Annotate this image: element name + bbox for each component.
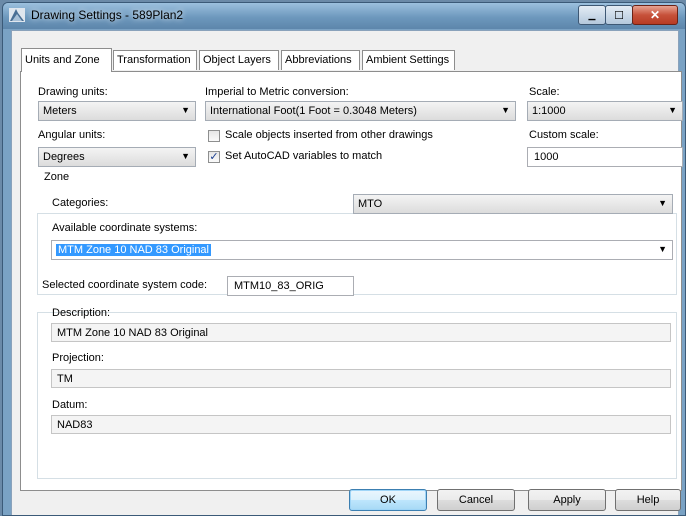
description-value: MTM Zone 10 NAD 83 Original [57,327,208,339]
tab-label: Units and Zone [25,54,100,66]
coordinate-system-select[interactable]: MTM Zone 10 NAD 83 Original ▼ [51,240,673,260]
check-icon: ✓ [209,151,219,163]
tab-ambient-settings[interactable]: Ambient Settings [362,50,455,70]
description-field: MTM Zone 10 NAD 83 Original [51,323,671,342]
selected-code-value: MTM10_83_ORIG [234,280,324,292]
tab-units-and-zone[interactable]: Units and Zone [21,48,112,72]
ok-button[interactable]: OK [349,489,427,511]
chevron-down-icon: ▼ [668,105,677,115]
chevron-down-icon: ▼ [181,105,190,115]
maximize-icon: ☐ [614,9,624,22]
tab-label: Abbreviations [285,54,352,66]
conversion-value: International Foot(1 Foot = 0.3048 Meter… [210,105,417,117]
tab-label: Object Layers [203,54,271,66]
angular-units-label: Angular units: [38,129,106,141]
drawing-units-value: Meters [43,105,77,117]
tab-transformation[interactable]: Transformation [113,50,197,70]
dialog-body: Units and Zone Transformation Object Lay… [11,30,683,515]
scale-objects-checkbox[interactable] [208,130,220,142]
minimize-button[interactable]: ▁ [578,5,606,25]
datum-value: NAD83 [57,419,93,431]
chevron-down-icon: ▼ [501,105,510,115]
datum-label: Datum: [52,399,88,411]
zone-group-label: Zone [41,171,73,183]
coordinate-system-value: MTM Zone 10 NAD 83 Original [56,244,211,256]
tab-abbreviations[interactable]: Abbreviations [281,50,360,70]
chevron-down-icon: ▼ [658,198,667,208]
drawing-settings-window: Drawing Settings - 589Plan2 ▁ ☐ ✕ Units … [2,2,686,516]
conversion-select[interactable]: International Foot(1 Foot = 0.3048 Meter… [205,101,516,121]
projection-value: TM [57,373,73,385]
custom-scale-input[interactable]: 1000 [527,147,683,167]
app-icon [9,8,25,22]
scale-label: Scale: [529,86,560,98]
scale-select[interactable]: 1:1000 ▼ [527,101,683,121]
set-variables-label: Set AutoCAD variables to match [225,150,383,162]
categories-value: MTO [358,198,383,210]
tab-object-layers[interactable]: Object Layers [199,50,279,70]
tab-label: Ambient Settings [366,54,450,66]
scale-value: 1:1000 [532,105,566,117]
maximize-button[interactable]: ☐ [605,5,633,25]
custom-scale-value: 1000 [534,151,559,163]
title-bar[interactable]: Drawing Settings - 589Plan2 ▁ ☐ ✕ [3,3,685,29]
scale-objects-label: Scale objects inserted from other drawin… [225,129,433,141]
angular-units-value: Degrees [43,151,85,163]
help-button[interactable]: Help [615,489,681,511]
window-title: Drawing Settings - 589Plan2 [31,8,184,22]
available-systems-label: Available coordinate systems: [52,222,198,234]
set-variables-checkbox[interactable]: ✓ [208,151,220,163]
selected-code-label: Selected coordinate system code: [40,279,210,291]
close-button[interactable]: ✕ [632,5,678,25]
categories-select[interactable]: MTO ▼ [353,194,673,214]
apply-button[interactable]: Apply [528,489,606,511]
selected-code-input[interactable]: MTM10_83_ORIG [227,276,354,296]
drawing-units-select[interactable]: Meters ▼ [38,101,196,121]
conversion-label: Imperial to Metric conversion: [205,86,349,98]
description-label: Description: [52,307,111,319]
cancel-button[interactable]: Cancel [437,489,515,511]
projection-label: Projection: [52,352,104,364]
projection-field: TM [51,369,671,388]
close-icon: ✕ [649,8,661,22]
datum-field: NAD83 [51,415,671,434]
minimize-icon: ▁ [588,9,596,20]
chevron-down-icon: ▼ [181,151,190,161]
chevron-down-icon: ▼ [658,244,667,254]
angular-units-select[interactable]: Degrees ▼ [38,147,196,167]
drawing-units-label: Drawing units: [38,86,108,98]
categories-label: Categories: [52,197,109,209]
custom-scale-label: Custom scale: [529,129,599,141]
tab-label: Transformation [117,54,191,66]
